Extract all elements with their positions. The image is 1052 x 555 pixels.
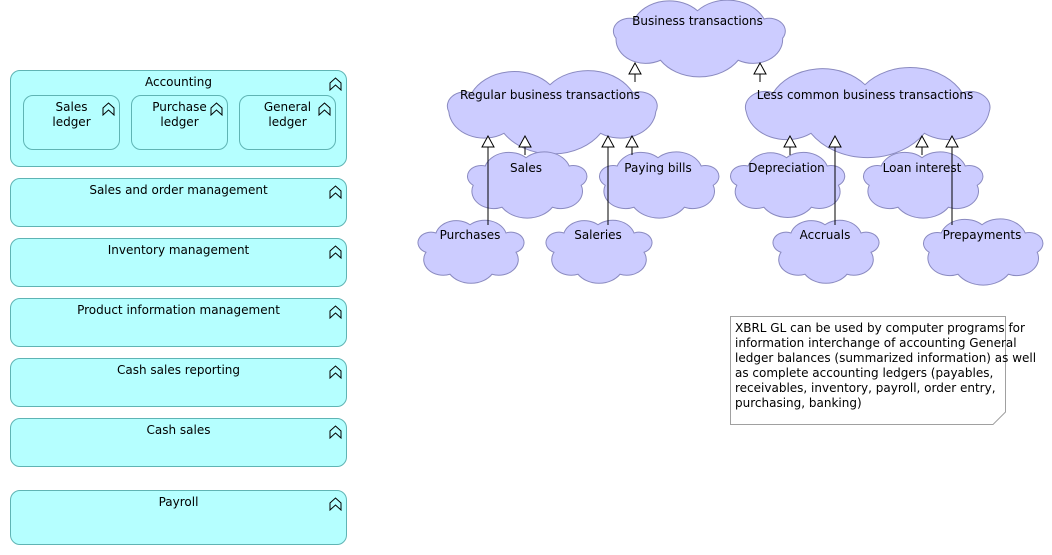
specialization-arrowhead-icon — [753, 61, 767, 75]
business-event-accr[interactable]: Accruals — [772, 219, 880, 284]
business-event-reg[interactable]: Regular business transactions — [446, 70, 658, 155]
function-purchase-ledger[interactable]: Purchase ledger — [131, 95, 228, 150]
business-event-saler[interactable]: Saleries — [545, 219, 653, 284]
note[interactable]: XBRL GL can be used by computer programs… — [730, 316, 1037, 425]
function-label: Product information management — [77, 303, 280, 317]
business-event-prep[interactable]: Prepayments — [923, 218, 1044, 286]
note-text: XBRL GL can be used by computer programs… — [735, 321, 1037, 411]
function-sales-and-order-management[interactable]: Sales and order management — [10, 178, 347, 227]
function-icon — [210, 102, 223, 116]
function-label: General ledger — [263, 100, 312, 129]
event-label: Purchases — [440, 228, 501, 242]
function-sales-ledger[interactable]: Sales ledger — [23, 95, 120, 150]
function-label: Payroll — [158, 495, 199, 509]
business-event-sales[interactable]: Sales — [467, 151, 588, 219]
event-label: Regular business transactions — [460, 88, 640, 102]
function-label: Sales ledger — [52, 100, 91, 129]
function-label: Accounting — [144, 75, 212, 89]
note-line: XBRL GL can be used by computer programs… — [735, 321, 1025, 335]
cloud-shape — [446, 70, 658, 155]
event-label: Prepayments — [943, 228, 1022, 242]
function-label: Sales and order management — [89, 183, 268, 197]
note-line: purchasing, banking) — [735, 396, 862, 410]
function-icon — [102, 102, 115, 116]
event-label: Paying bills — [624, 161, 691, 175]
note-line: as complete accounting ledgers (payables… — [735, 366, 994, 380]
function-icon — [329, 77, 342, 91]
event-label: Loan interest — [883, 161, 962, 175]
event-label: Sales — [510, 161, 542, 175]
specialization-arrowhead-icon — [628, 61, 642, 75]
function-label: Inventory management — [107, 243, 250, 257]
function-general-ledger[interactable]: General ledger — [239, 95, 336, 150]
function-cash-sales[interactable]: Cash sales — [10, 418, 347, 467]
function-icon — [329, 365, 342, 379]
event-label: Depreciation — [748, 161, 825, 175]
event-label: Saleries — [574, 228, 622, 242]
specialization-reg-to-bt[interactable] — [628, 61, 642, 82]
function-icon — [329, 185, 342, 199]
note-line: ledger balances (summarized information)… — [735, 351, 1037, 365]
function-product-information-management[interactable]: Product information management — [10, 298, 347, 347]
specialization-less-to-bt[interactable] — [753, 61, 767, 82]
function-icon — [329, 425, 342, 439]
function-inventory-management[interactable]: Inventory management — [10, 238, 347, 287]
business-event-depr[interactable]: Depreciation — [730, 151, 846, 218]
function-icon — [318, 102, 331, 116]
function-icon — [329, 305, 342, 319]
event-label: Accruals — [800, 228, 851, 242]
business-event-paying[interactable]: Paying bills — [599, 151, 720, 219]
function-label: Cash sales — [146, 423, 211, 437]
event-label: Business transactions — [632, 14, 763, 28]
function-payroll[interactable]: Payroll — [10, 490, 347, 545]
function-icon — [329, 497, 342, 511]
note-line: information interchange of accounting Ge… — [735, 336, 1017, 350]
event-label: Less common business transactions — [757, 88, 973, 102]
function-label: Purchase ledger — [152, 100, 207, 129]
business-event-loan[interactable]: Loan interest — [863, 151, 984, 219]
specialization-paying-to-reg[interactable] — [625, 134, 639, 155]
function-cash-sales-reporting[interactable]: Cash sales reporting — [10, 358, 347, 407]
function-icon — [329, 245, 342, 259]
note-line: receivables, inventory, payroll, order e… — [735, 381, 996, 395]
function-label: Cash sales reporting — [117, 363, 240, 377]
function-accounting[interactable]: Accounting Sales ledger Purchase ledger … — [10, 70, 347, 167]
business-event-purch[interactable]: Purchases — [417, 219, 525, 284]
